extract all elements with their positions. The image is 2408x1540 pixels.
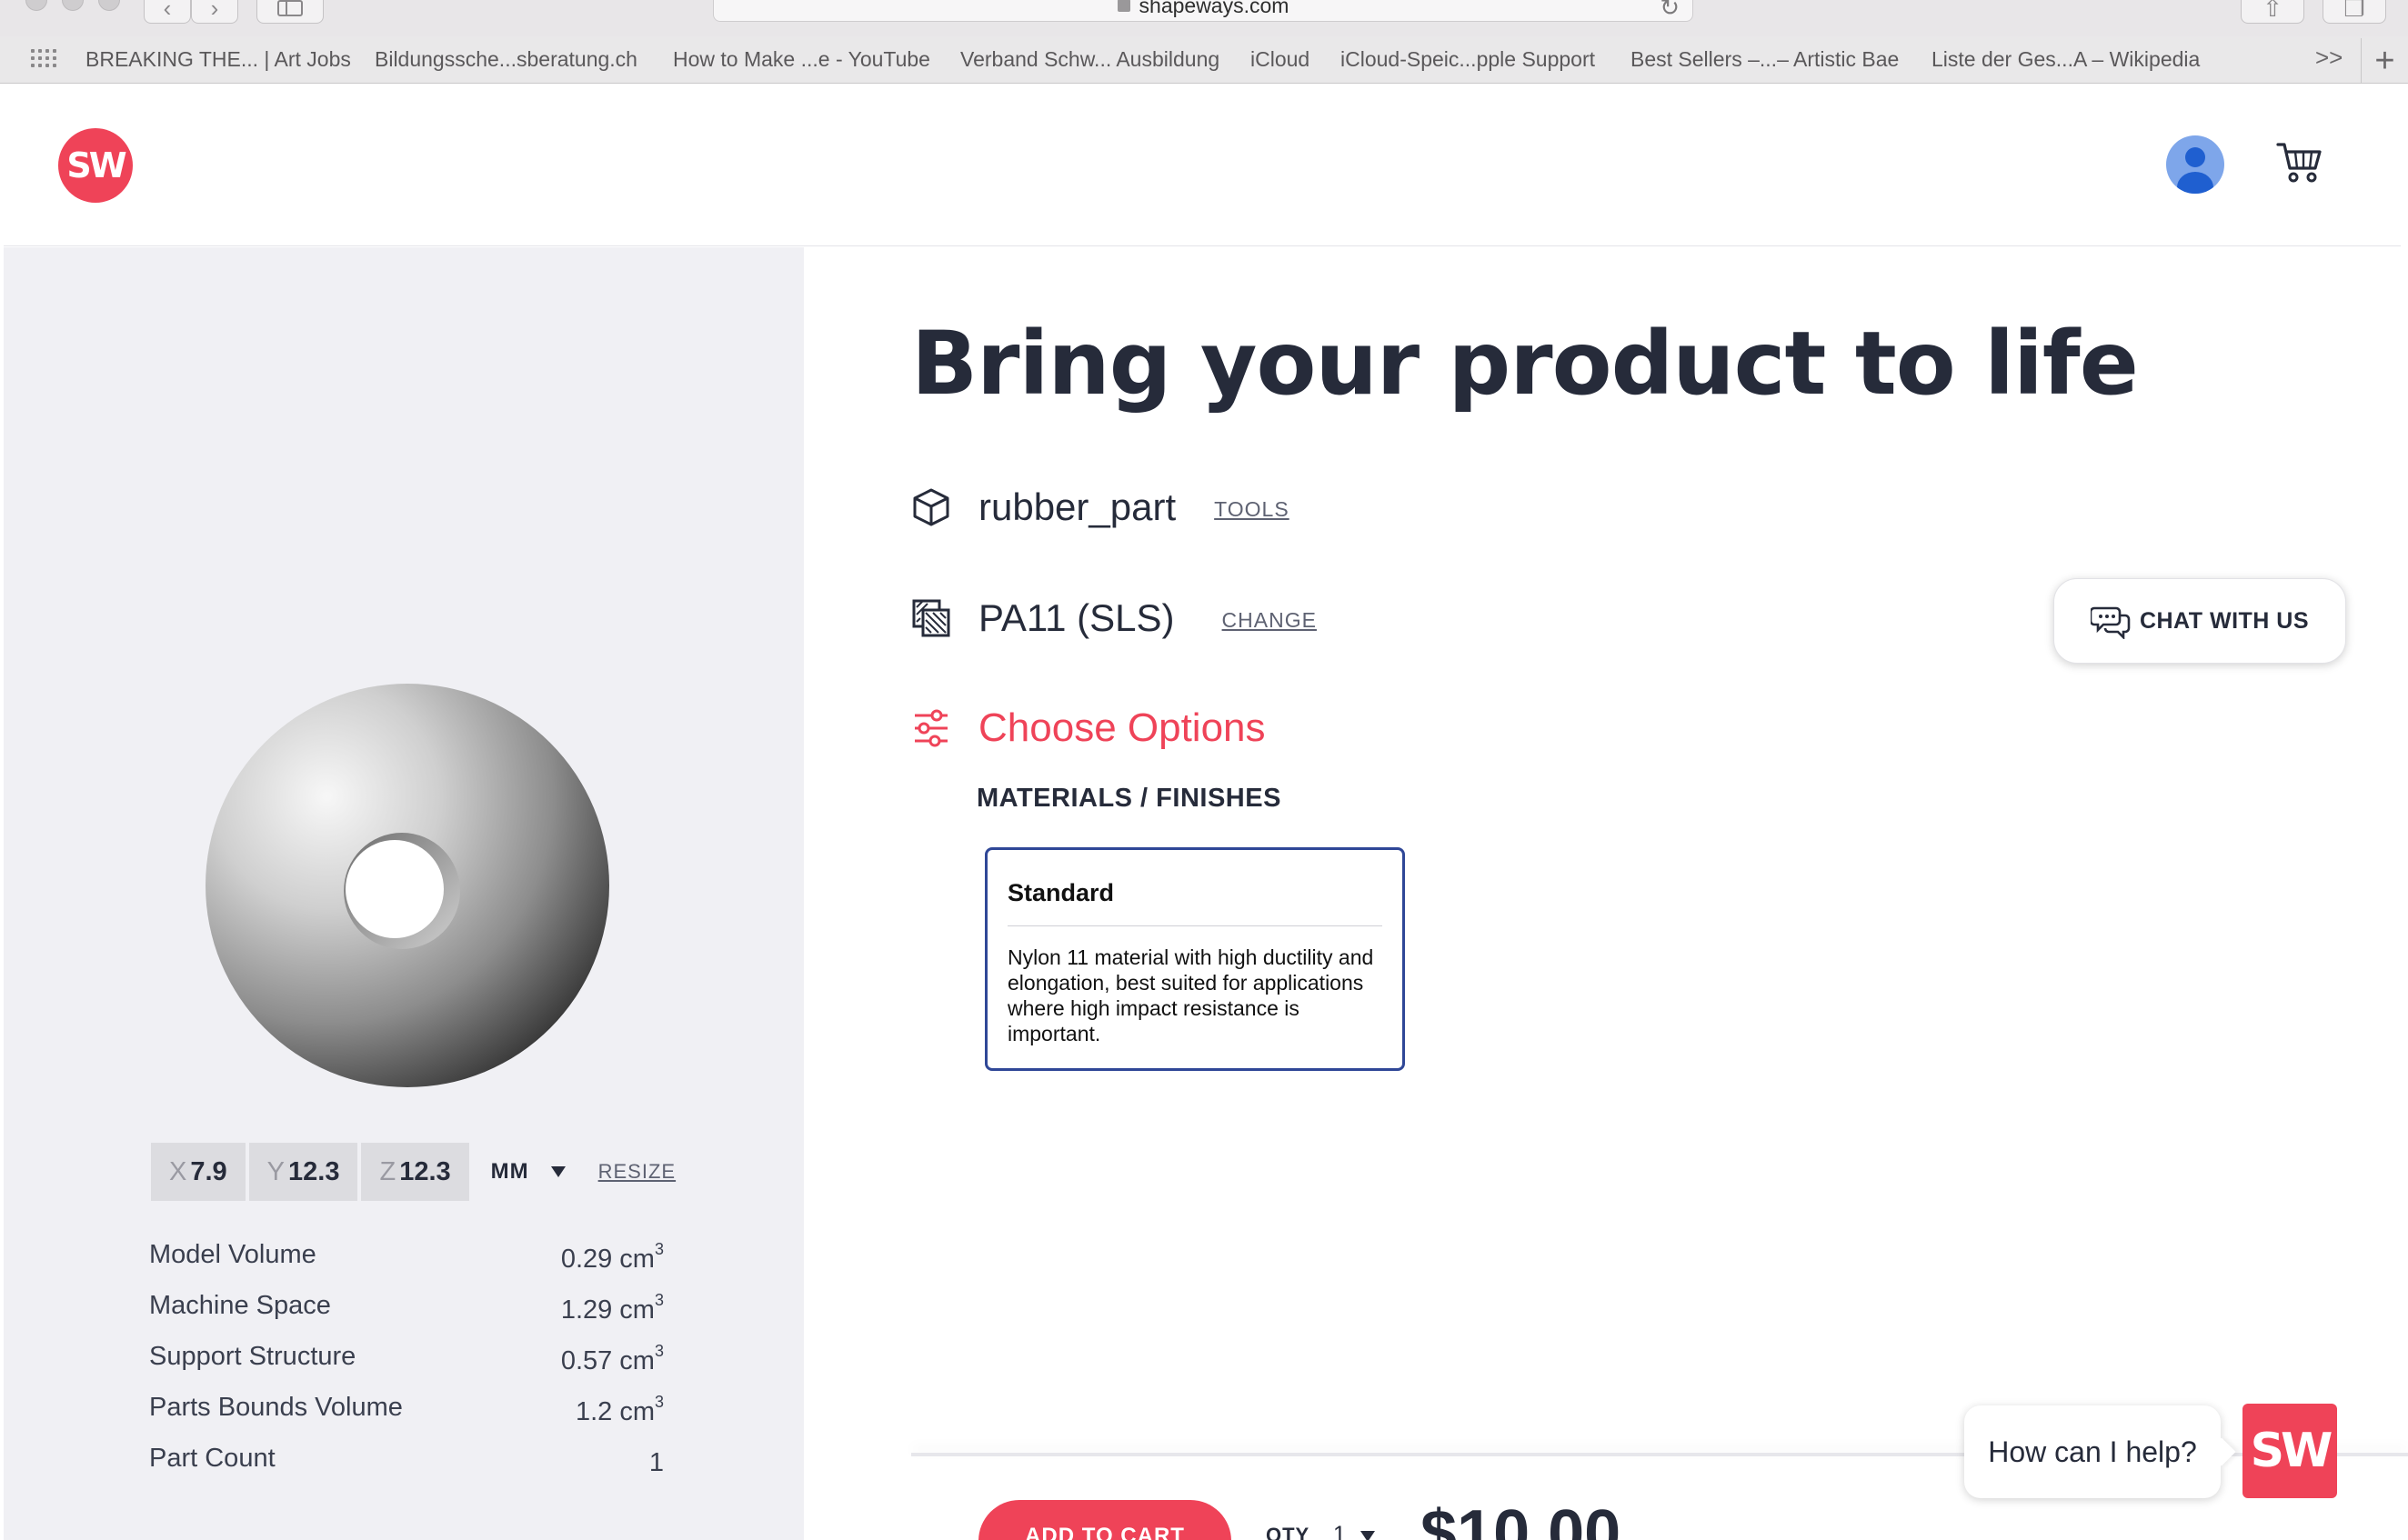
dimension-y-field[interactable]: Y 12.3 — [248, 1143, 358, 1201]
stat-row: Part Count 1 — [149, 1444, 664, 1495]
chat-with-us-button[interactable]: CHAT WITH US — [2053, 578, 2346, 664]
stat-row: Parts Bounds Volume 1.2 cm3 — [149, 1393, 664, 1444]
stat-value: 0.57 cm3 — [560, 1342, 664, 1375]
back-icon: ‹ — [163, 0, 172, 22]
chevron-down-icon — [550, 1166, 566, 1177]
zoom-window-button[interactable] — [98, 0, 120, 11]
qty-label: QTY — [1266, 1524, 1310, 1540]
sidebar-icon — [277, 0, 303, 16]
chat-launcher-button[interactable]: SW — [2242, 1404, 2337, 1498]
back-button[interactable]: ‹ — [144, 0, 191, 24]
file-row: rubber_part TOOLS — [911, 485, 1289, 529]
material-row: PA11 (SLS) CHANGE — [911, 596, 1317, 640]
qty-select[interactable]: 1 — [1333, 1522, 1346, 1540]
chat-bubbles-icon — [2090, 606, 2131, 639]
finish-option-card[interactable]: Standard Nylon 11 material with high duc… — [985, 847, 1405, 1071]
bookmarks-bar: BREAKING THE... | Art Jobs Bildungssche.… — [0, 36, 2408, 84]
chat-button-label: CHAT WITH US — [2139, 607, 2310, 634]
bookmark-item[interactable]: BREAKING THE... | Art Jobs — [85, 47, 351, 72]
share-button[interactable]: ⇧ — [2241, 0, 2304, 24]
stat-label: Model Volume — [149, 1240, 316, 1269]
bookmark-item[interactable]: How to Make ...e - YouTube — [673, 47, 930, 72]
tabs-icon: ❐ — [2343, 0, 2365, 22]
dimension-x-field[interactable]: X 7.9 — [151, 1143, 246, 1201]
url-text: shapeways.com — [1139, 0, 1289, 17]
lock-icon — [1117, 0, 1130, 12]
chevron-down-icon[interactable] — [1360, 1531, 1375, 1540]
grid-icon[interactable] — [31, 49, 58, 71]
stat-row: Machine Space 1.29 cm3 — [149, 1291, 664, 1342]
stat-value: 1.29 cm3 — [560, 1291, 664, 1325]
forward-button[interactable]: › — [191, 0, 238, 24]
stat-value: 1.2 cm3 — [575, 1393, 664, 1426]
price: $10.00 — [1420, 1497, 1621, 1540]
stat-value: 0.29 cm3 — [560, 1240, 664, 1274]
stat-row: Model Volume 0.29 cm3 — [149, 1240, 664, 1291]
material-swatch-icon — [912, 599, 950, 637]
stat-value: 1 — [648, 1448, 664, 1477]
file-name: rubber_part — [978, 485, 1177, 528]
cart-icon[interactable] — [2275, 137, 2324, 186]
forward-icon: › — [210, 0, 219, 22]
app-window: ‹ › shapeways.com ↻ ⇧ ❐ BREAKING THE... … — [0, 0, 2408, 1540]
page-title: Bring your product to life — [911, 313, 2139, 415]
bookmark-item[interactable]: iCloud — [1250, 47, 1309, 72]
stat-label: Support Structure — [149, 1342, 356, 1371]
unit-select[interactable]: MM — [491, 1159, 566, 1185]
dimension-z-field[interactable]: Z 12.3 — [361, 1143, 469, 1201]
shapeways-logo[interactable]: SW — [58, 128, 133, 203]
help-prompt-bubble[interactable]: How can I help? — [1964, 1405, 2221, 1498]
bookmark-item[interactable]: iCloud-Speic...pple Support — [1340, 47, 1595, 72]
add-to-cart-button[interactable]: ADD TO CART — [978, 1500, 1231, 1540]
material-name: PA11 (SLS) — [978, 596, 1175, 639]
change-material-link[interactable]: CHANGE — [1222, 608, 1317, 633]
new-tab-button[interactable]: + — [2361, 38, 2408, 84]
dimension-fields: X 7.9 Y 12.3 Z 12.3 MM RESIZE — [151, 1142, 676, 1202]
cube-icon — [913, 488, 949, 526]
browser-toolbar: ‹ › shapeways.com ↻ ⇧ ❐ — [0, 0, 2408, 36]
sliders-icon — [915, 709, 948, 747]
model-stats: Model Volume 0.29 cm3 Machine Space 1.29… — [149, 1240, 664, 1495]
model-preview[interactable] — [202, 680, 613, 1091]
stat-label: Parts Bounds Volume — [149, 1393, 403, 1422]
bookmark-item[interactable]: Liste der Ges...A – Wikipedia — [1931, 47, 2200, 72]
materials-section-label: MATERIALS / FINISHES — [977, 784, 1281, 813]
stat-label: Part Count — [149, 1444, 276, 1473]
finish-description: Nylon 11 material with high ductility an… — [1008, 945, 1374, 1045]
stat-row: Support Structure 0.57 cm3 — [149, 1342, 664, 1393]
finish-title: Standard — [1008, 879, 1382, 926]
choose-options-title: Choose Options — [978, 705, 1266, 750]
reload-icon[interactable]: ↻ — [1660, 0, 1680, 22]
model-panel: X 7.9 Y 12.3 Z 12.3 MM RESIZE Model Volume … — [4, 247, 804, 1540]
tabs-button[interactable]: ❐ — [2323, 0, 2386, 24]
sidebar-toggle-button[interactable] — [256, 0, 324, 24]
bookmark-item[interactable]: Best Sellers –...– Artistic Bae — [1630, 47, 1899, 72]
bookmark-item[interactable]: Verband Schw... Ausbildung — [960, 47, 1219, 72]
tools-link[interactable]: TOOLS — [1214, 497, 1289, 522]
minimize-window-button[interactable] — [62, 0, 84, 11]
bookmark-item[interactable]: Bildungssche...sberatung.ch — [375, 47, 637, 72]
unit-value: MM — [490, 1159, 529, 1184]
user-avatar-icon[interactable] — [2166, 135, 2224, 194]
options-row: Choose Options — [911, 705, 1266, 751]
more-bookmarks-button[interactable]: >> — [2315, 44, 2343, 72]
share-icon: ⇧ — [2263, 0, 2283, 22]
address-bar[interactable]: shapeways.com ↻ — [713, 0, 1693, 22]
close-window-button[interactable] — [25, 0, 47, 11]
resize-link[interactable]: RESIZE — [598, 1160, 676, 1184]
stat-label: Machine Space — [149, 1291, 331, 1320]
site-header: SW — [4, 85, 2401, 246]
